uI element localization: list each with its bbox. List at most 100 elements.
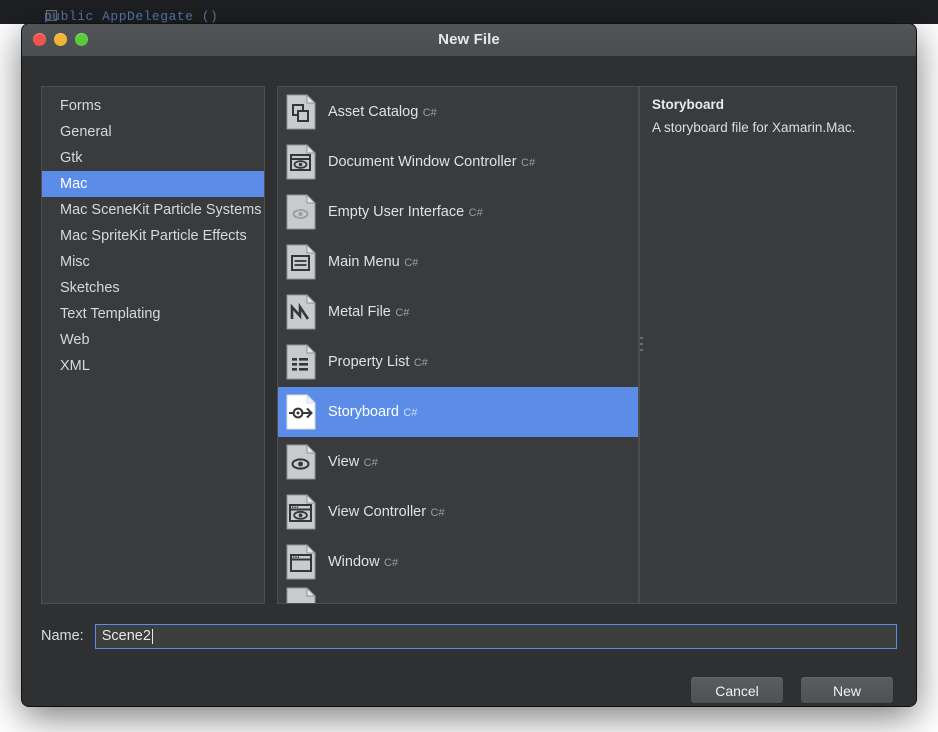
- template-item-metal-file[interactable]: Metal File C#: [278, 287, 638, 337]
- background-code-line: public AppDelegate (): [44, 9, 219, 24]
- template-text: Metal File C#: [328, 303, 409, 321]
- category-label: Text Templating: [60, 306, 161, 322]
- template-item-partial[interactable]: [278, 586, 638, 603]
- template-name: Document Window Controller: [328, 154, 517, 170]
- category-item-misc[interactable]: Misc: [42, 249, 264, 275]
- template-text: View Controller C#: [328, 503, 445, 521]
- template-name: Storyboard: [328, 404, 399, 420]
- category-item-forms[interactable]: Forms: [42, 93, 264, 119]
- name-input-value: Scene2: [101, 628, 151, 644]
- template-name: Empty User Interface: [328, 204, 465, 220]
- category-label: Mac SceneKit Particle Systems: [60, 202, 262, 218]
- template-lang: C#: [404, 257, 419, 269]
- template-item-document-window-controller[interactable]: Document Window Controller C#: [278, 137, 638, 187]
- category-item-text-templating[interactable]: Text Templating: [42, 301, 264, 327]
- new-button[interactable]: New: [800, 676, 894, 704]
- property-list-icon: [286, 343, 317, 380]
- category-label: Sketches: [60, 280, 120, 296]
- template-name: Window: [328, 554, 380, 570]
- name-row: Name: Scene2: [41, 622, 897, 650]
- category-label: Gtk: [60, 150, 83, 166]
- template-item-storyboard[interactable]: Storyboard C#: [278, 387, 638, 437]
- category-label: General: [60, 124, 112, 140]
- text-caret: [151, 628, 153, 644]
- storyboard-icon: [286, 393, 317, 430]
- template-text: Document Window Controller C#: [328, 153, 535, 171]
- category-label: Web: [60, 332, 90, 348]
- template-name: View Controller: [328, 504, 427, 520]
- category-pane: Forms General Gtk Mac Mac SceneKit Parti…: [41, 86, 265, 604]
- category-item-mac[interactable]: Mac: [42, 171, 264, 197]
- template-item-view-controller[interactable]: View Controller C#: [278, 487, 638, 537]
- category-item-gtk[interactable]: Gtk: [42, 145, 264, 171]
- template-item-asset-catalog[interactable]: Asset Catalog C#: [278, 87, 638, 137]
- name-input[interactable]: Scene2: [94, 623, 897, 649]
- metal-file-icon: [286, 293, 317, 330]
- template-name: Metal File: [328, 304, 391, 320]
- template-text: Empty User Interface C#: [328, 203, 483, 221]
- view-icon: [286, 443, 317, 480]
- category-label: Misc: [60, 254, 90, 270]
- template-lang: C#: [403, 407, 418, 419]
- template-text: Window C#: [328, 553, 398, 571]
- template-name: View: [328, 454, 360, 470]
- category-item-sketches[interactable]: Sketches: [42, 275, 264, 301]
- template-lang: C#: [521, 157, 536, 169]
- details-pane: Storyboard A storyboard file for Xamarin…: [639, 86, 897, 604]
- template-item-property-list[interactable]: Property List C#: [278, 337, 638, 387]
- details-description: A storyboard file for Xamarin.Mac.: [652, 120, 856, 135]
- template-lang: C#: [422, 107, 437, 119]
- dialog-buttons: Cancel New: [690, 676, 894, 704]
- background-editor: public AppDelegate (): [0, 0, 938, 24]
- empty-user-interface-icon: [286, 193, 317, 230]
- template-lang: C#: [468, 207, 483, 219]
- dialog-titlebar[interactable]: New File: [22, 24, 916, 57]
- category-item-general[interactable]: General: [42, 119, 264, 145]
- panes-container: Forms General Gtk Mac Mac SceneKit Parti…: [41, 86, 897, 604]
- template-lang: C#: [395, 307, 410, 319]
- category-item-mac-spritekit-particle-effects[interactable]: Mac SpriteKit Particle Effects: [42, 223, 264, 249]
- details-content: Storyboard A storyboard file for Xamarin…: [640, 87, 896, 147]
- template-lang: C#: [384, 557, 399, 569]
- template-item-view[interactable]: View C#: [278, 437, 638, 487]
- dialog-title: New File: [438, 31, 500, 48]
- category-label: XML: [60, 358, 90, 374]
- template-name: Asset Catalog: [328, 104, 419, 120]
- template-name: Main Menu: [328, 254, 400, 270]
- asset-catalog-icon: [286, 93, 317, 130]
- template-text: Main Menu C#: [328, 253, 418, 271]
- dialog-body: Forms General Gtk Mac Mac SceneKit Parti…: [22, 56, 916, 706]
- category-item-web[interactable]: Web: [42, 327, 264, 353]
- template-text: Storyboard C#: [328, 403, 417, 421]
- template-list[interactable]: Asset Catalog C# Document Window Control…: [278, 87, 638, 603]
- screen: public AppDelegate () New File Forms Gen…: [0, 0, 938, 732]
- main-menu-icon: [286, 243, 317, 280]
- template-lang: C#: [413, 357, 428, 369]
- template-text: Property List C#: [328, 353, 428, 371]
- background-desktop: [0, 705, 938, 732]
- category-label: Mac SpriteKit Particle Effects: [60, 228, 247, 244]
- template-lang: C#: [363, 457, 378, 469]
- template-item-main-menu[interactable]: Main Menu C#: [278, 237, 638, 287]
- template-lang: C#: [430, 507, 445, 519]
- template-pane[interactable]: Asset Catalog C# Document Window Control…: [277, 86, 639, 604]
- category-label: Forms: [60, 98, 102, 114]
- name-label: Name:: [41, 628, 84, 644]
- category-label: Mac: [60, 176, 88, 192]
- view-controller-icon: [286, 493, 317, 530]
- template-text: View C#: [328, 453, 378, 471]
- pane-gap: [265, 86, 277, 604]
- category-item-mac-scenekit-particle-systems[interactable]: Mac SceneKit Particle Systems: [42, 197, 264, 223]
- template-name: Property List: [328, 354, 410, 370]
- pane-splitter-handle[interactable]: [640, 337, 643, 351]
- category-item-xml[interactable]: XML: [42, 353, 264, 379]
- template-item-window[interactable]: Window C#: [278, 537, 638, 587]
- template-text: Asset Catalog C#: [328, 103, 437, 121]
- window-icon: [286, 543, 317, 580]
- template-item-empty-user-interface[interactable]: Empty User Interface C#: [278, 187, 638, 237]
- cancel-button[interactable]: Cancel: [690, 676, 784, 704]
- new-file-dialog: New File Forms General Gtk Mac Mac Scene…: [22, 24, 916, 706]
- details-title: Storyboard: [652, 97, 725, 112]
- partial-document-icon: [286, 586, 317, 603]
- document-window-controller-icon: [286, 143, 317, 180]
